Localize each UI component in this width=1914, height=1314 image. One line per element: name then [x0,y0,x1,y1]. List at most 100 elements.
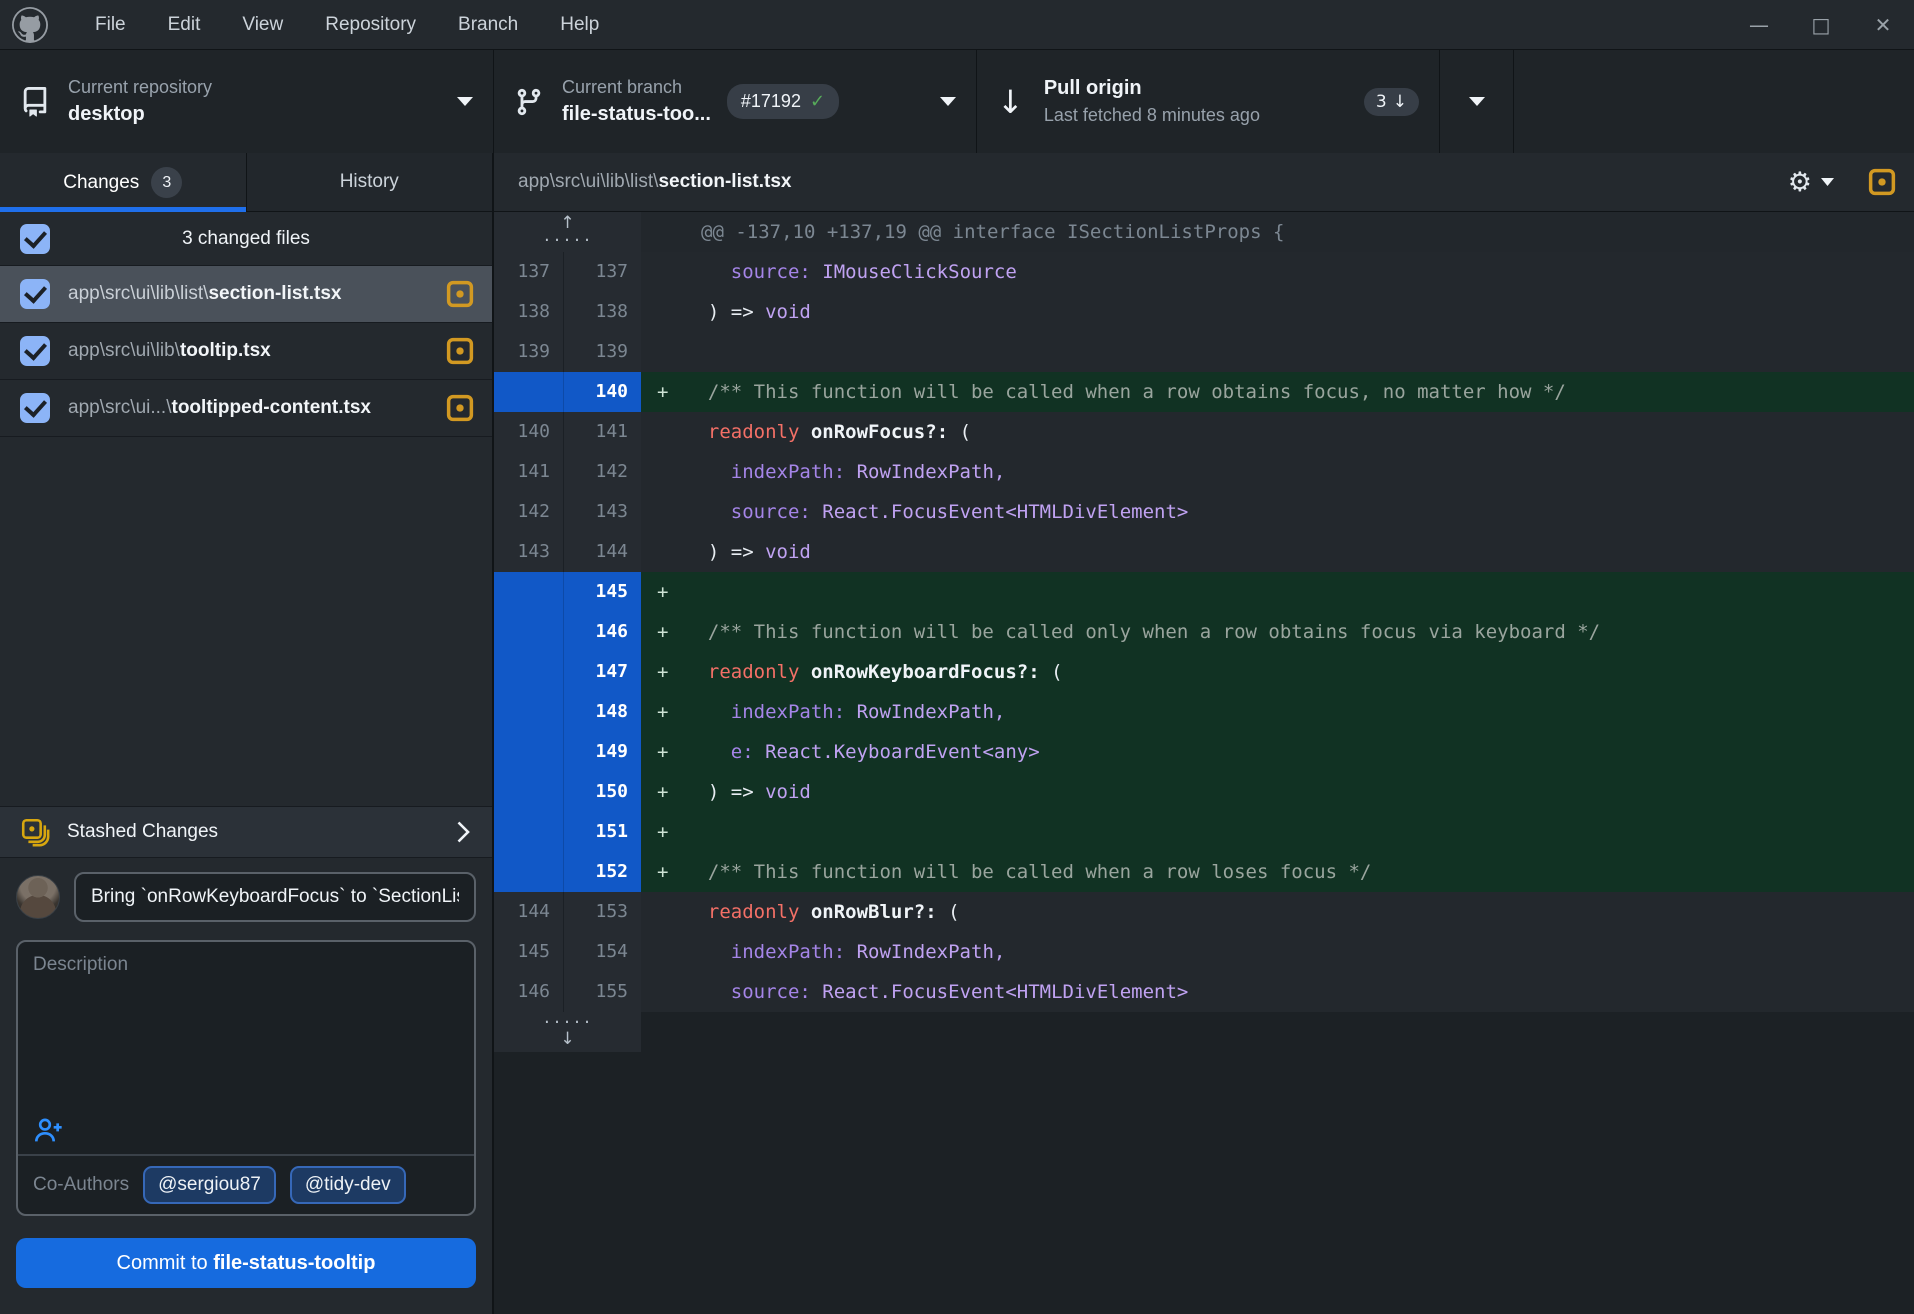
close-icon: ✕ [1875,13,1892,37]
old-line-number[interactable]: 137 [494,252,564,292]
expand-up-button[interactable]: ↑····· [494,212,641,252]
menu-item-edit[interactable]: Edit [147,14,222,35]
old-line-number[interactable] [494,692,564,732]
pull-dropdown-button[interactable] [1440,50,1514,153]
commit-form: Co-Authors @sergiou87@tidy-dev Commit to… [0,858,492,1314]
new-line-number[interactable]: 146 [564,612,641,652]
file-row[interactable]: app\src\ui\lib\tooltip.tsx [0,323,492,380]
old-line-number[interactable]: 139 [494,332,564,372]
new-line-number[interactable]: 155 [564,972,641,1012]
select-all-checkbox[interactable] [20,224,50,254]
new-line-number[interactable]: 137 [564,252,641,292]
gear-icon: ⚙ [1788,169,1812,196]
commit-button[interactable]: Commit to file-status-tooltip [16,1238,476,1288]
new-line-number[interactable]: 154 [564,932,641,972]
file-row[interactable]: app\src\ui...\tooltipped-content.tsx [0,380,492,437]
file-checkbox[interactable] [20,279,50,309]
diff-panel: app\src\ui\lib\list\section-list.tsx ⚙ ↑… [494,153,1914,1314]
code-line: ) => void [641,292,1914,332]
new-line-number[interactable]: 139 [564,332,641,372]
new-line-number[interactable]: 153 [564,892,641,932]
new-line-number[interactable]: 147 [564,652,641,692]
new-line-number[interactable]: 141 [564,412,641,452]
code-line [641,332,1914,372]
new-line-number[interactable]: 148 [564,692,641,732]
expand-down-button[interactable]: ·····↓ [494,1012,641,1052]
new-line-number[interactable]: 150 [564,772,641,812]
coauthor-pill[interactable]: @sergiou87 [143,1166,276,1204]
commit-summary-input[interactable] [74,872,476,922]
tab-label: History [340,171,399,193]
code-line: + /** This function will be called only … [641,612,1914,652]
menu-item-help[interactable]: Help [539,14,620,35]
diff-row: 147+ readonly onRowKeyboardFocus?: ( [494,652,1914,692]
code-line: ) => void [641,532,1914,572]
branch-selector[interactable]: Current branch file-status-too... #17192… [494,50,977,153]
old-line-number[interactable] [494,612,564,652]
repository-selector[interactable]: Current repository desktop [0,50,494,153]
file-checkbox[interactable] [20,336,50,366]
old-line-number[interactable]: 138 [494,292,564,332]
maximize-button[interactable]: □ [1790,0,1852,49]
old-line-number[interactable] [494,812,564,852]
menu-item-branch[interactable]: Branch [437,14,539,35]
files-header-row: 3 changed files [0,212,492,266]
stashed-changes-row[interactable]: Stashed Changes [0,806,492,858]
old-line-number[interactable]: 141 [494,452,564,492]
pull-origin-button[interactable]: ↓ Pull origin Last fetched 8 minutes ago… [977,50,1440,153]
menu-item-view[interactable]: View [221,14,304,35]
old-line-number[interactable]: 145 [494,932,564,972]
new-line-number[interactable]: 145 [564,572,641,612]
old-line-number[interactable] [494,372,564,412]
new-line-number[interactable]: 152 [564,852,641,892]
old-line-number[interactable]: 143 [494,532,564,572]
coauthor-pill[interactable]: @tidy-dev [290,1166,406,1204]
diff-marker: + [641,652,685,692]
close-button[interactable]: ✕ [1852,0,1914,49]
file-checkbox[interactable] [20,393,50,423]
modified-status-icon [446,337,474,365]
code-line: + ) => void [641,772,1914,812]
commit-description-input[interactable] [18,942,474,1116]
old-line-number[interactable] [494,572,564,612]
diff-row: 151+ [494,812,1914,852]
old-line-number[interactable]: 142 [494,492,564,532]
diff-row: 142143 source: React.FocusEvent<HTMLDivE… [494,492,1914,532]
tab-history[interactable]: History [247,153,493,212]
old-line-number[interactable]: 144 [494,892,564,932]
old-line-number[interactable] [494,852,564,892]
modified-status-icon [446,394,474,422]
old-line-number[interactable] [494,732,564,772]
modified-status-icon [446,280,474,308]
tab-changes[interactable]: Changes3 [0,153,247,212]
old-line-number[interactable] [494,772,564,812]
minimize-button[interactable]: — [1728,0,1790,49]
diff-empty-area [494,1052,1914,1314]
diff-row: 145154 indexPath: RowIndexPath, [494,932,1914,972]
new-line-number[interactable]: 140 [564,372,641,412]
file-row[interactable]: app\src\ui\lib\list\section-list.tsx [0,266,492,323]
menu-item-repository[interactable]: Repository [304,14,437,35]
new-line-number[interactable]: 144 [564,532,641,572]
add-coauthor-button[interactable] [18,1116,65,1154]
diff-hunk-row: ↑·····@@ -137,10 +137,19 @@ interface IS… [494,212,1914,252]
file-path-label: app\src\ui...\tooltipped-content.tsx [68,397,436,419]
diff-options-button[interactable]: ⚙ [1788,169,1834,196]
new-line-number[interactable]: 138 [564,292,641,332]
old-line-number[interactable]: 140 [494,412,564,452]
code-line: source: IMouseClickSource [641,252,1914,292]
new-line-number[interactable]: 143 [564,492,641,532]
diff-file-path: app\src\ui\lib\list\section-list.tsx [518,171,1788,193]
new-line-number[interactable]: 151 [564,812,641,852]
old-line-number[interactable]: 146 [494,972,564,1012]
diff-expand-row: ·····↓ [494,1012,1914,1052]
old-line-number[interactable] [494,652,564,692]
diff-marker: + [641,612,685,652]
new-line-number[interactable]: 142 [564,452,641,492]
code-line: indexPath: RowIndexPath, [641,452,1914,492]
diff-row: 146+ /** This function will be called on… [494,612,1914,652]
diff-row: 140+ /** This function will be called wh… [494,372,1914,412]
menu-item-file[interactable]: File [74,14,147,35]
github-desktop-window: FileEditViewRepositoryBranchHelp —□ ✕ Cur… [0,0,1914,1314]
new-line-number[interactable]: 149 [564,732,641,772]
